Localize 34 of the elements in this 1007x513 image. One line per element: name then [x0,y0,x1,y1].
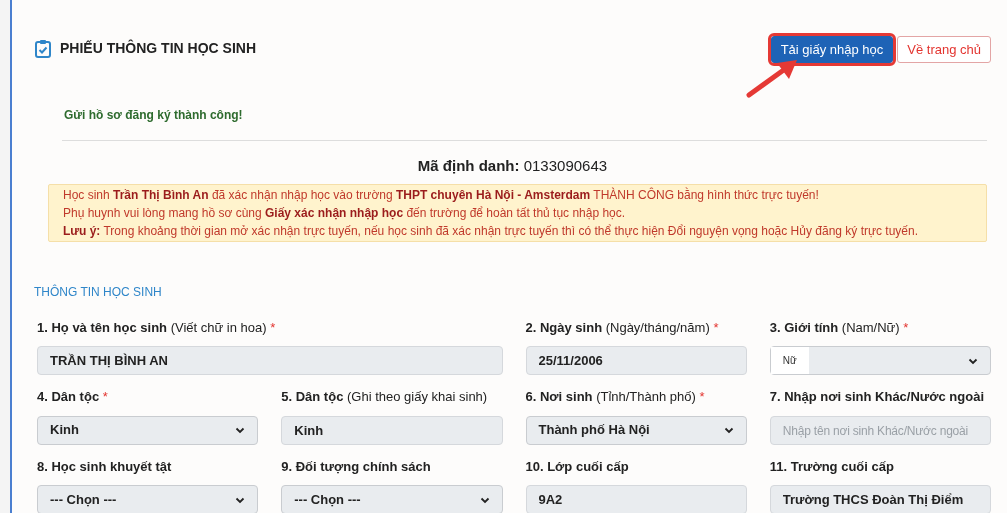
select-dropdown[interactable]: Nữ [769,346,991,375]
notice-text: Phụ huynh vui lòng mang hồ sơ cùng Giấy xác nhận nhập học đến trường để hoàn tất thủ tục nhập học. [63,205,627,220]
select-dropdown[interactable]: --- Chọn --- [281,485,503,513]
select-dropdown[interactable]: Kinh [37,415,259,445]
text-field[interactable]: Kinh [281,415,503,445]
chevron-down-icon [235,425,246,435]
identifier-text: Mã định danh: 0133090643 [417,156,608,176]
section-title: THÔNG TIN HỌC SINH [34,283,163,301]
clipboard-check-icon [34,38,52,59]
field-label: 4. Dân tộc * [37,388,109,406]
field-label: 2. Ngày sinh (Ngày/tháng/năm) * [525,318,720,337]
chevron-down-icon [723,425,734,435]
field-label: 9. Đối tượng chính sách [281,457,432,476]
home-button[interactable]: Về trang chủ [897,36,991,63]
field-label: 8. Học sinh khuyết tật [37,457,173,476]
select-dropdown[interactable]: --- Chọn --- [37,485,259,513]
field-label: 3. Giới tính (Nam/Nữ) * [769,318,910,337]
download-button[interactable]: Tải giấy nhập học [770,36,894,63]
text-field[interactable]: Trường THCS Đoàn Thị Điểm [769,485,991,513]
text-field[interactable]: 9A2 [525,485,747,513]
field-label: 5. Dân tộc (Ghi theo giấy khai sinh) [281,388,489,406]
success-message: Gửi hồ sơ đăng ký thành công! [64,107,244,124]
field-label: 10. Lớp cuối cấp [525,457,630,476]
form-title: PHIẾU THÔNG TIN HỌC SINH [60,38,256,58]
field-label: 6. Nơi sinh (Tỉnh/Thành phố) * [525,388,706,406]
notice-text: Học sinh Trần Thị Bình An đã xác nhận nhập học vào trường THPT chuyên Hà Nội - Amsterdam THÀNH CÔNG bằng hình thức trực tuyến! [63,187,820,202]
text-field[interactable]: 25/11/2006 [525,346,747,375]
text-field[interactable]: Nhập tên nơi sinh Khác/Nước ngoài [769,415,991,445]
select-dropdown[interactable]: Thành phố Hà Nội [525,415,747,445]
notice-text: Lưu ý: Trong khoảng thời gian mở xác nhận trực tuyến, nếu học sinh đã xác nhận trực tuyến thì có thể thực hiện Đổi nguyện vọng hoặc Hủy đăng ký trực tuyến. [63,223,920,238]
field-label: 11. Trường cuối cấp [769,457,895,476]
text-field[interactable]: TRẦN THỊ BÌNH AN [37,346,503,375]
field-label: 1. Họ và tên học sinh (Viết chữ in hoa) * [37,318,277,337]
field-label: 7. Nhập nơi sinh Khác/Nước ngoài [769,388,985,406]
